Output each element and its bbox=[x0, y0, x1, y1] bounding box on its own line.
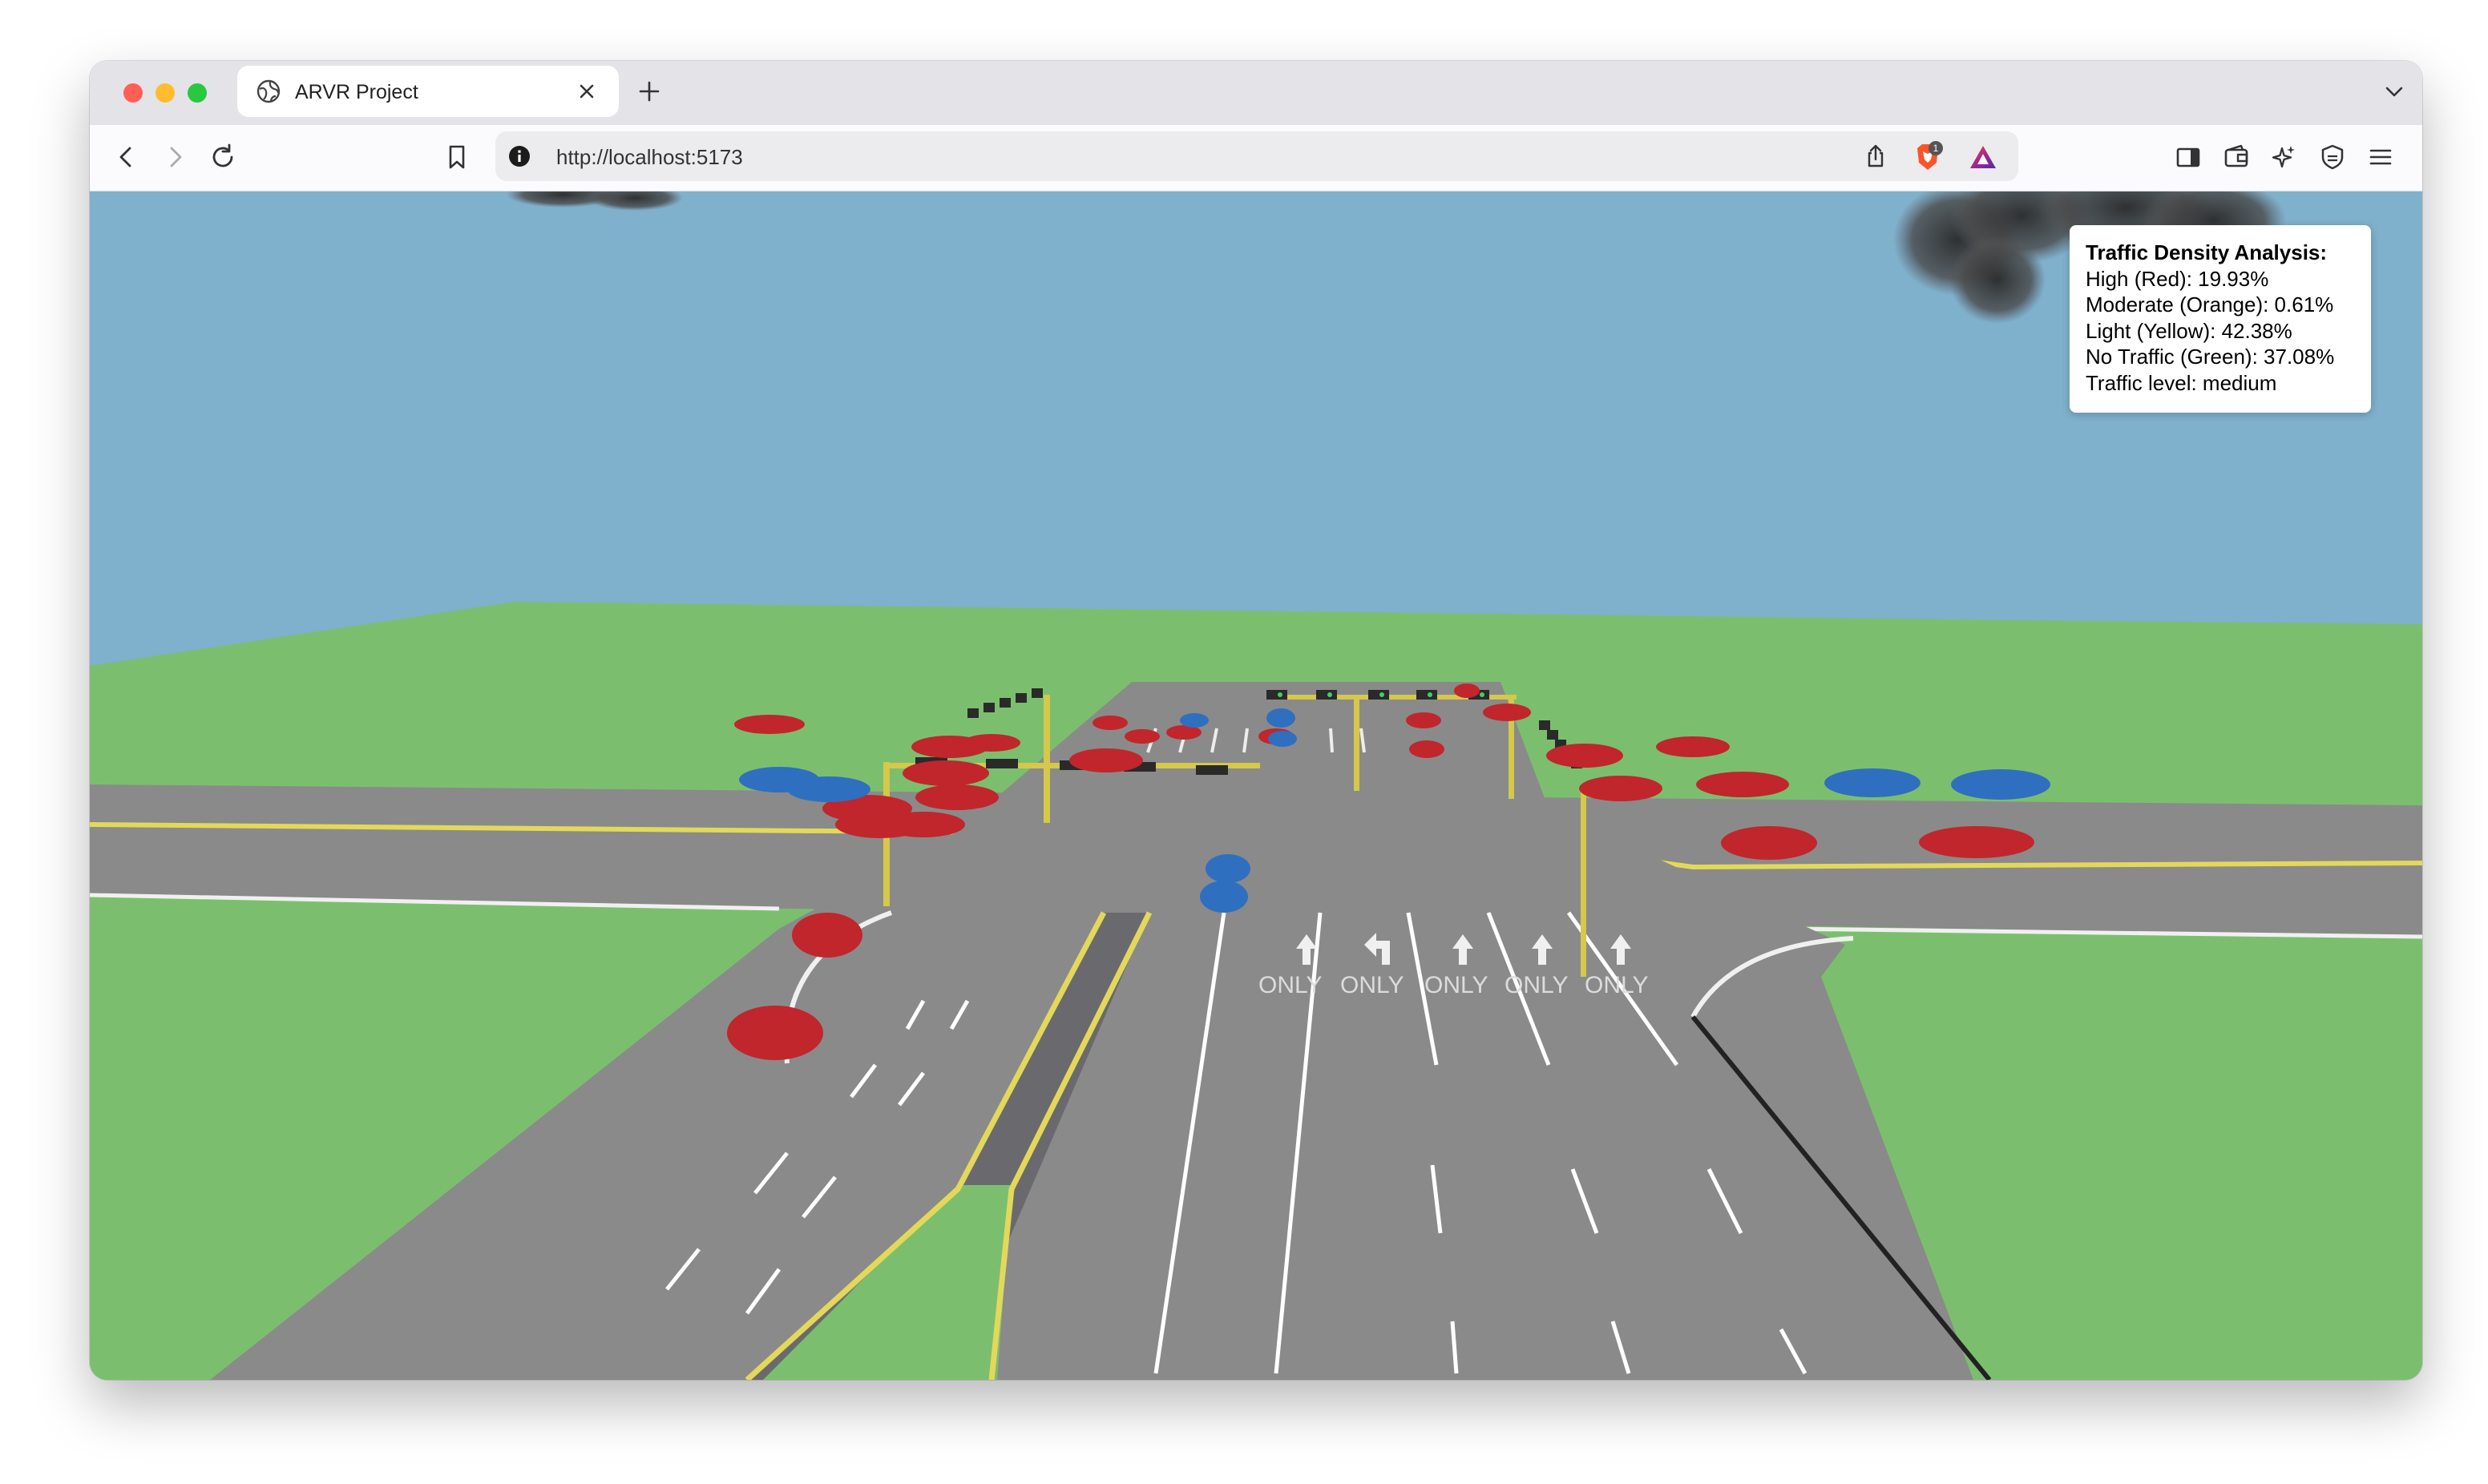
car-red bbox=[903, 760, 989, 786]
site-info-icon[interactable] bbox=[508, 145, 531, 167]
shield-badge: 1 bbox=[1933, 143, 1939, 154]
car-red bbox=[1406, 712, 1441, 728]
car-red bbox=[1409, 740, 1444, 758]
car-red bbox=[963, 734, 1020, 752]
traffic-density-panel: Traffic Density Analysis: High (Red): 19… bbox=[2070, 225, 2371, 413]
sidebar-icon[interactable] bbox=[2172, 141, 2204, 173]
lane-marking-2: ONLY bbox=[1340, 972, 1404, 998]
car-blue bbox=[1200, 881, 1248, 913]
leo-ai-icon[interactable] bbox=[2268, 141, 2300, 173]
car-red bbox=[1919, 826, 2034, 858]
browser-window: ARVR Project http://localhost:5173 1 ONL… bbox=[90, 61, 2422, 1380]
car-red bbox=[792, 913, 862, 958]
zoom-window-button[interactable] bbox=[188, 83, 207, 103]
menu-icon[interactable] bbox=[2365, 141, 2397, 173]
car-red bbox=[727, 1006, 823, 1060]
density-none: No Traffic (Green): 37.08% bbox=[2086, 345, 2335, 369]
car-red bbox=[882, 812, 965, 837]
car-blue bbox=[1824, 768, 1921, 797]
globe-icon bbox=[256, 79, 281, 103]
lane-marking-5: ONLY bbox=[1585, 972, 1648, 998]
car-red bbox=[1125, 729, 1160, 744]
browser-toolbar: http://localhost:5173 1 bbox=[90, 125, 2422, 192]
url-text[interactable]: http://localhost:5173 bbox=[556, 145, 743, 170]
wallet-icon[interactable] bbox=[2220, 141, 2252, 173]
close-window-button[interactable] bbox=[123, 83, 143, 103]
car-red bbox=[1546, 744, 1623, 768]
car-red bbox=[1656, 736, 1730, 757]
density-light: Light (Yellow): 42.38% bbox=[2086, 318, 2292, 343]
tab-arvr-project[interactable]: ARVR Project bbox=[237, 66, 619, 117]
vpn-shield-icon[interactable] bbox=[2316, 141, 2349, 173]
density-moderate: Moderate (Orange): 0.61% bbox=[2086, 292, 2334, 317]
car-red bbox=[1093, 716, 1128, 730]
lane-marking-3: ONLY bbox=[1424, 972, 1488, 998]
share-icon[interactable] bbox=[1863, 143, 1888, 169]
forward-icon[interactable] bbox=[159, 141, 191, 173]
car-blue bbox=[787, 776, 870, 802]
lane-marking-4: ONLY bbox=[1505, 972, 1568, 998]
brave-shields-icon[interactable]: 1 bbox=[1912, 140, 1945, 174]
lane-marking-1: ONLY bbox=[1258, 972, 1322, 998]
car-red bbox=[915, 784, 999, 810]
chevron-down-icon[interactable] bbox=[2384, 83, 2405, 101]
traffic-level: Traffic level: medium bbox=[2086, 370, 2277, 395]
panel-title: Traffic Density Analysis: bbox=[2086, 240, 2328, 264]
close-tab-icon[interactable] bbox=[577, 82, 596, 101]
car-red bbox=[1069, 748, 1143, 772]
address-bar[interactable]: http://localhost:5173 1 bbox=[495, 131, 2018, 181]
density-high: High (Red): 19.93% bbox=[2086, 266, 2269, 291]
tab-bar: ARVR Project bbox=[90, 61, 2422, 125]
car-blue bbox=[1266, 708, 1295, 728]
webgl-canvas[interactable]: ONLY ONLY ONLY ONLY ONLY Traffic Density… bbox=[90, 192, 2422, 1380]
car-red bbox=[1721, 826, 1817, 860]
car-red bbox=[1483, 704, 1531, 721]
reload-icon[interactable] bbox=[207, 141, 239, 173]
lane-markings-only: ONLY ONLY ONLY ONLY ONLY bbox=[1258, 972, 1648, 998]
car-blue bbox=[1180, 713, 1209, 728]
tab-title: ARVR Project bbox=[295, 81, 418, 103]
car-red bbox=[1454, 684, 1480, 698]
car-red bbox=[734, 715, 805, 734]
car-red bbox=[1696, 772, 1789, 797]
brave-rewards-icon[interactable] bbox=[1969, 143, 1997, 171]
car-blue bbox=[1268, 731, 1297, 747]
car-red bbox=[1579, 776, 1662, 801]
car-blue bbox=[1951, 769, 2050, 800]
new-tab-icon[interactable] bbox=[638, 80, 660, 103]
back-icon[interactable] bbox=[111, 141, 143, 173]
bookmark-icon[interactable] bbox=[441, 141, 473, 173]
minimize-window-button[interactable] bbox=[156, 83, 175, 103]
car-blue bbox=[1206, 854, 1250, 883]
